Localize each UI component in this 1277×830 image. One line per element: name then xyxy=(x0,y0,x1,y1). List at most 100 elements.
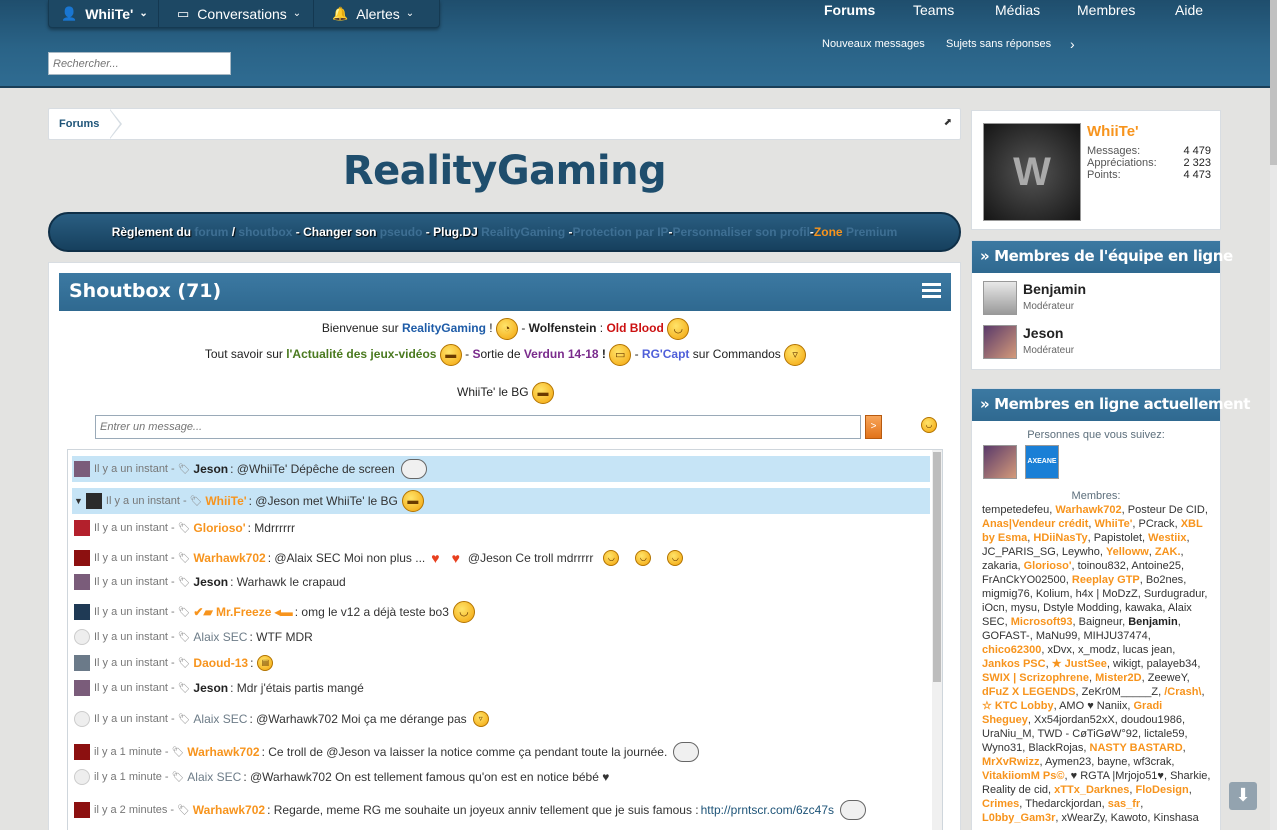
member-link[interactable]: Xx54jordan52xX xyxy=(1034,714,1115,726)
member-link[interactable]: Glorioso' xyxy=(1024,560,1072,572)
member-link[interactable]: SWIX | Scrizophrene xyxy=(982,672,1089,684)
member-link[interactable]: BlackRojas xyxy=(1028,742,1083,754)
member-link[interactable]: MaNu99 xyxy=(1036,630,1078,642)
member-link[interactable]: ZAK. xyxy=(1155,546,1181,558)
link-plugdj[interactable]: RealityGaming xyxy=(481,225,565,239)
member-link[interactable]: migmig76 xyxy=(982,588,1030,600)
link-forum[interactable]: forum xyxy=(194,225,228,239)
stat-value[interactable]: 4 473 xyxy=(1183,169,1211,181)
avatar[interactable] xyxy=(74,550,90,566)
member-link[interactable]: VitakiiomM Ps© xyxy=(982,770,1064,782)
message-user[interactable]: Warhawk702 xyxy=(187,745,259,759)
link-premium[interactable]: Premium xyxy=(846,225,897,239)
member-link[interactable]: Leywho xyxy=(1062,546,1100,558)
member-link[interactable]: lictale59 xyxy=(1144,728,1184,740)
nav-forums[interactable]: Forums xyxy=(824,2,875,18)
nav-medias[interactable]: Médias xyxy=(995,2,1040,18)
breadcrumb-forums[interactable]: Forums xyxy=(49,109,109,139)
link-customize-profile[interactable]: Personnaliser son profil xyxy=(673,225,810,239)
member-link[interactable]: Reeplay GTP xyxy=(1072,574,1140,586)
member-link[interactable]: Baigneur xyxy=(1079,616,1122,628)
avatar[interactable] xyxy=(74,604,90,620)
member-link[interactable]: Microsoft93 xyxy=(1011,616,1073,628)
avatar[interactable] xyxy=(85,493,102,509)
member-link[interactable]: /Crash\ xyxy=(1164,686,1201,698)
announce-link[interactable]: RG'Capt xyxy=(642,347,690,361)
avatar[interactable] xyxy=(74,711,90,727)
member-link[interactable]: kawaka xyxy=(1125,602,1162,614)
chat-scrollbar-thumb[interactable] xyxy=(933,452,941,682)
member-link[interactable]: Yelloww xyxy=(1106,546,1149,558)
member-link[interactable]: Thedarckjordan xyxy=(1025,798,1101,810)
member-link[interactable]: Kawoto xyxy=(1111,812,1148,824)
stat-value[interactable]: 2 323 xyxy=(1183,157,1211,169)
hamburger-menu-icon[interactable] xyxy=(922,283,941,299)
message-user[interactable]: Warhawk702 xyxy=(193,551,265,565)
scrollbar-thumb[interactable] xyxy=(1270,0,1277,165)
avatar[interactable] xyxy=(983,281,1017,315)
avatar[interactable] xyxy=(74,680,90,696)
member-link[interactable]: GOFAST- xyxy=(982,630,1030,642)
conversations-menu[interactable]: ▭ Conversations ⌄ xyxy=(159,0,314,27)
link-zone[interactable]: Zone xyxy=(814,225,843,239)
avatar[interactable] xyxy=(74,574,90,590)
member-link[interactable]: x_modz xyxy=(1078,644,1117,656)
avatar[interactable]: AXEANE xyxy=(1025,445,1059,479)
user-menu[interactable]: 👤 WhiiTe' ⌄ xyxy=(49,0,159,27)
avatar[interactable] xyxy=(74,629,90,645)
message-input[interactable] xyxy=(95,415,861,439)
stat-value[interactable]: 4 479 xyxy=(1183,145,1211,157)
member-link[interactable]: mysu xyxy=(1011,602,1037,614)
member-link[interactable]: Papistolet xyxy=(1094,532,1142,544)
member-link[interactable]: iOcn xyxy=(982,602,1005,614)
member-link[interactable]: ★ JustSee xyxy=(1052,658,1107,670)
nav-teams[interactable]: Teams xyxy=(913,2,954,18)
member-link[interactable]: Anas|Vendeur crédit xyxy=(982,518,1088,530)
nav-aide[interactable]: Aide xyxy=(1175,2,1203,18)
link-pseudo[interactable]: pseudo xyxy=(380,225,423,239)
message-user[interactable]: Alaix SEC xyxy=(193,630,247,644)
page-scrollbar[interactable] xyxy=(1270,0,1277,830)
announce-link[interactable]: RealityGaming xyxy=(402,321,486,335)
member-link[interactable]: Surdugradur xyxy=(1144,588,1205,600)
message-user[interactable]: Jeson xyxy=(193,462,228,476)
link-ip-protection[interactable]: Protection par IP xyxy=(573,225,669,239)
member-link[interactable]: Sharkie xyxy=(1170,770,1207,782)
avatar[interactable] xyxy=(74,802,90,818)
member-link[interactable]: NASTY BASTARD xyxy=(1090,742,1183,754)
member-link[interactable]: Jankos PSC xyxy=(982,658,1046,670)
avatar[interactable] xyxy=(74,769,90,785)
message-link[interactable]: http://prntscr.com/6zc47s xyxy=(701,803,834,817)
staff-name[interactable]: Jeson xyxy=(1023,325,1063,341)
member-link[interactable]: Crimes xyxy=(982,798,1019,810)
member-link[interactable]: ♥ RGTA |Mrjojo51♥ xyxy=(1071,770,1164,782)
member-link[interactable]: TWD - CøTiGøW°92 xyxy=(1037,728,1138,740)
announce-link[interactable]: l'Actualité des jeux-vidéos xyxy=(286,347,436,361)
member-link[interactable]: ☆ KTC Lobby xyxy=(982,700,1054,712)
member-link[interactable]: Reality de cid xyxy=(982,784,1048,796)
member-link[interactable]: Wyno31 xyxy=(982,742,1022,754)
avatar[interactable] xyxy=(983,445,1017,479)
smiley-picker-icon[interactable]: ◡ xyxy=(921,417,937,433)
member-link[interactable]: Westiix xyxy=(1148,532,1186,544)
member-link[interactable]: HDiiNasTy xyxy=(1033,532,1087,544)
message-user[interactable]: Jeson xyxy=(193,575,228,589)
message-user[interactable]: Glorioso' xyxy=(193,521,245,535)
send-button[interactable]: > xyxy=(865,415,882,439)
staff-name[interactable]: Benjamin xyxy=(1023,281,1086,297)
member-link[interactable]: toinou832 xyxy=(1078,560,1126,572)
member-link[interactable]: sas_fr xyxy=(1108,798,1140,810)
member-link[interactable]: dFuZ X LEGENDS xyxy=(982,686,1076,698)
member-link[interactable]: FrAnCkYO02500 xyxy=(982,574,1066,586)
member-link[interactable]: Bo2nes xyxy=(1146,574,1183,586)
member-link[interactable]: MIHJU37474 xyxy=(1084,630,1148,642)
member-link[interactable]: PCrack xyxy=(1139,518,1175,530)
avatar[interactable] xyxy=(74,461,90,477)
member-link[interactable]: UraNiu_M xyxy=(982,728,1032,740)
chevron-right-icon[interactable]: › xyxy=(1070,36,1075,52)
message-user[interactable]: Alaix SEC xyxy=(187,770,241,784)
avatar[interactable] xyxy=(74,744,90,760)
member-link[interactable]: chico62300 xyxy=(982,644,1041,656)
message-user[interactable]: ✔▰ Mr.Freeze ◂▬ xyxy=(193,605,292,619)
member-link[interactable]: ZeKr0M_____Z xyxy=(1082,686,1158,698)
